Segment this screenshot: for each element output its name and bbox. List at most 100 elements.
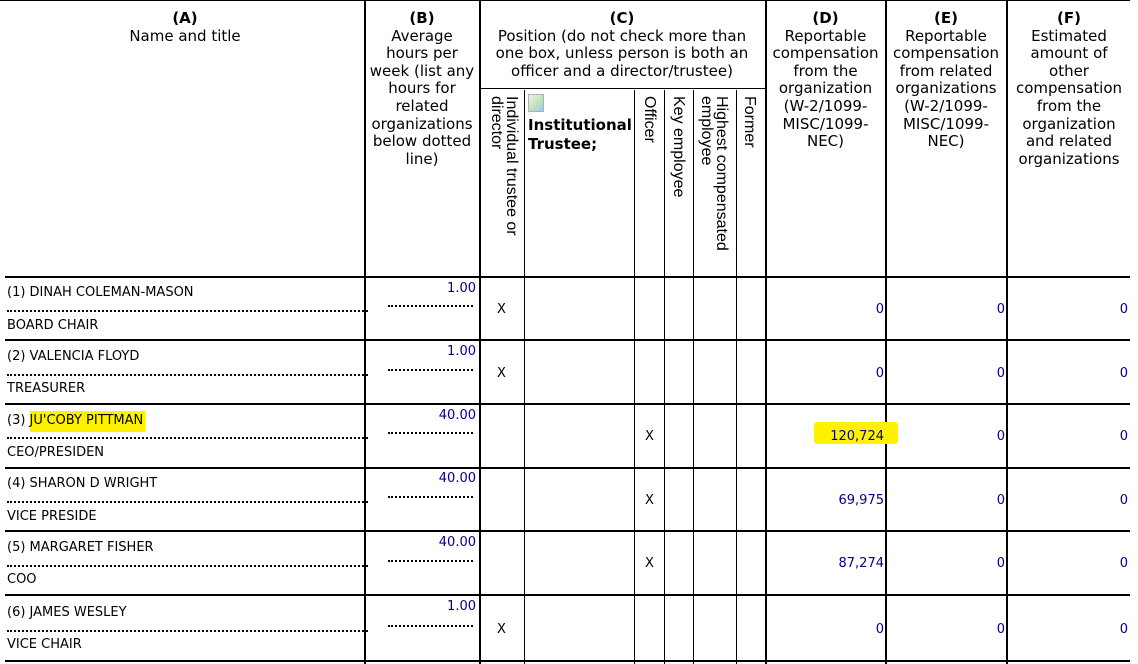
col-border-c6: [736, 90, 737, 664]
header-a-label: Name and title: [129, 26, 241, 45]
check-individual: X: [497, 622, 506, 637]
header-a: (A) Name and title: [60, 9, 310, 45]
col-border-c3: [634, 90, 635, 664]
person-title: COO: [7, 572, 37, 587]
header-e-letter: (E): [934, 9, 958, 27]
hours-value: 1.00: [447, 344, 476, 359]
comp-e: 0: [996, 622, 1005, 637]
col-border-c: [479, 0, 481, 664]
top-border: [0, 0, 1130, 1]
comp-e: 0: [996, 366, 1005, 381]
col-border-c5: [693, 90, 694, 664]
comp-f: 0: [1119, 622, 1128, 637]
dotted-line: [7, 501, 368, 503]
comp-d: 0: [875, 622, 884, 637]
comp-d: 87,274: [838, 556, 885, 571]
position-header-individual: Individual trustee or director: [488, 96, 520, 236]
header-a-letter: (A): [172, 9, 198, 27]
dotted-line: [7, 565, 368, 567]
comp-d: 69,975: [838, 493, 885, 508]
comp-e: 0: [996, 556, 1005, 571]
comp-d: 0: [875, 302, 884, 317]
comp-e: 0: [996, 302, 1005, 317]
form-990-part-vii-table: (A) Name and title (B) Average hours per…: [0, 0, 1138, 664]
hours-value: 40.00: [438, 535, 476, 550]
hours-dotted-line: [388, 496, 473, 498]
person-title: TREASURER: [7, 381, 86, 396]
header-b-label: Average hours per week (list any hours f…: [369, 26, 475, 168]
col-border-d: [765, 0, 767, 664]
header-e: (E) Reportable compensation from related…: [888, 9, 1004, 151]
hours-dotted-line: [388, 625, 473, 627]
comp-d: 0: [875, 366, 884, 381]
position-header-former: Former: [741, 96, 758, 148]
person-name: (4) SHARON D WRIGHT: [7, 476, 158, 491]
header-c-label: Position (do not check more than one box…: [495, 26, 749, 80]
header-f-label: Estimated amount of other compensation f…: [1015, 26, 1123, 168]
header-d-letter: (D): [812, 9, 839, 27]
check-officer: X: [645, 429, 654, 444]
hours-value: 1.00: [447, 599, 476, 614]
dotted-line: [7, 630, 368, 632]
hours-dotted-line: [388, 305, 473, 307]
row-separator: [5, 276, 1130, 278]
comp-f: 0: [1119, 302, 1128, 317]
dotted-line: [7, 437, 368, 439]
comp-f: 0: [1119, 366, 1128, 381]
person-name: (3) JU'COBY PITTMAN: [7, 411, 146, 432]
person-name: (5) MARGARET FISHER: [7, 540, 154, 555]
dotted-line: [7, 374, 368, 376]
hours-dotted-line: [388, 560, 473, 562]
check-individual: X: [497, 366, 506, 381]
person-name: (2) VALENCIA FLOYD: [7, 349, 140, 364]
row-separator: [5, 660, 1130, 662]
row-separator: [5, 467, 1130, 469]
hours-value: 1.00: [447, 281, 476, 296]
row-separator: [5, 530, 1130, 532]
header-c-letter: (C): [609, 9, 635, 27]
row-separator: [5, 339, 1130, 341]
header-d: (D) Reportable compensation from the org…: [768, 9, 883, 151]
person-title: BOARD CHAIR: [7, 318, 99, 333]
comp-e: 0: [996, 429, 1005, 444]
position-header-key: Key employee: [670, 96, 687, 198]
comp-f: 0: [1119, 429, 1128, 444]
hours-value: 40.00: [438, 471, 476, 486]
comp-d: 120,724: [830, 429, 884, 444]
header-b: (B) Average hours per week (list any hou…: [368, 9, 476, 168]
person-title: VICE CHAIR: [7, 637, 82, 652]
row-separator: [5, 594, 1130, 596]
col-border-c2: [524, 90, 525, 664]
check-individual: X: [497, 302, 506, 317]
person-name-highlighted: JU'COBY PITTMAN: [29, 411, 146, 432]
check-officer: X: [645, 493, 654, 508]
broken-image-icon: [528, 94, 544, 112]
hours-value: 40.00: [438, 408, 476, 423]
row-separator: [5, 403, 1130, 405]
position-header-institutional: Institutional Trustee;: [528, 116, 632, 153]
comp-f: 0: [1119, 556, 1128, 571]
header-c: (C) Position (do not check more than one…: [486, 9, 758, 80]
dotted-line: [7, 310, 368, 312]
hours-dotted-line: [388, 432, 473, 434]
check-officer: X: [645, 556, 654, 571]
person-name: (6) JAMES WESLEY: [7, 605, 127, 620]
hours-dotted-line: [388, 369, 473, 371]
comp-f: 0: [1119, 493, 1128, 508]
header-f-letter: (F): [1057, 9, 1081, 27]
position-header-officer: Officer: [641, 96, 658, 143]
col-border-e: [885, 0, 887, 664]
header-f: (F) Estimated amount of other compensati…: [1010, 9, 1128, 168]
person-name-prefix: (3): [7, 413, 30, 428]
header-d-label: Reportable compensation from the organiz…: [772, 26, 879, 151]
person-title: VICE PRESIDE: [7, 509, 97, 524]
c-header-line: [479, 88, 767, 89]
header-b-letter: (B): [409, 9, 435, 27]
comp-e: 0: [996, 493, 1005, 508]
header-e-label: Reportable compensation from related org…: [892, 26, 1000, 151]
person-name: (1) DINAH COLEMAN-MASON: [7, 285, 194, 300]
position-header-highest: Highest compensated employee: [698, 96, 730, 251]
col-border-c4: [664, 90, 665, 664]
person-title: CEO/PRESIDEN: [7, 445, 105, 460]
col-border-f: [1006, 0, 1008, 664]
